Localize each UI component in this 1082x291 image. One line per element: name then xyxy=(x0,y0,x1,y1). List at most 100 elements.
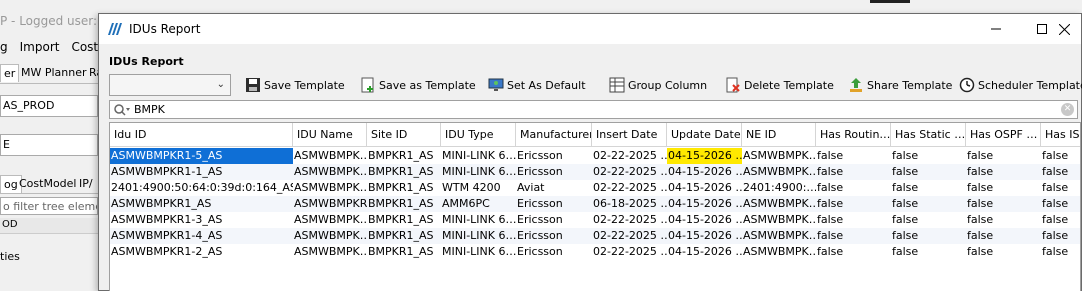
background-field[interactable]: E xyxy=(0,134,98,156)
column-header[interactable]: Has IS xyxy=(1041,123,1080,147)
table-cell[interactable]: ASMWBMPKR1-5_AS xyxy=(110,148,293,164)
table-cell[interactable]: false xyxy=(1041,244,1080,260)
table-cell[interactable]: false xyxy=(1041,164,1080,180)
table-cell[interactable]: ASMWBMPK… xyxy=(293,212,367,228)
table-cell[interactable]: false xyxy=(966,196,1041,212)
table-cell[interactable]: ASMWBMPK… xyxy=(293,244,367,260)
save-template-button[interactable]: Save Template xyxy=(245,75,345,95)
tab-mw-planner[interactable]: MW Planner xyxy=(18,64,90,81)
table-cell[interactable]: 04-15-2026 … xyxy=(667,244,742,260)
table-cell[interactable]: false xyxy=(891,148,966,164)
table-cell[interactable]: BMPKR1_AS xyxy=(367,164,441,180)
table-cell[interactable]: AMM6PC xyxy=(441,196,516,212)
table-row[interactable]: ASMWBMPKR1-4_AS ASMWBMPK… BMPKR1_AS MINI-LI… xyxy=(110,228,1080,244)
table-cell[interactable]: false xyxy=(966,228,1041,244)
table-cell[interactable]: ASMWBMPKR1-3_AS xyxy=(110,212,293,228)
column-header[interactable]: IDU Name xyxy=(293,123,367,147)
table-cell[interactable]: ASMWBMPKR1-1_AS xyxy=(110,164,293,180)
table-cell[interactable]: false xyxy=(891,244,966,260)
table-cell[interactable]: ASMWBMPK… xyxy=(742,148,816,164)
table-cell[interactable]: false xyxy=(1041,212,1080,228)
table-cell[interactable]: Ericsson xyxy=(516,212,592,228)
table-cell[interactable]: 2401:4900:… xyxy=(742,180,816,196)
table-cell[interactable]: ASMWBMPK… xyxy=(742,212,816,228)
column-header[interactable]: Has Routin… xyxy=(816,123,891,147)
table-cell[interactable]: BMPKR1_AS xyxy=(367,228,441,244)
share-template-button[interactable]: Share Template xyxy=(848,75,952,95)
table-cell[interactable]: false xyxy=(1041,180,1080,196)
column-header[interactable]: IDU Type xyxy=(441,123,516,147)
table-cell[interactable]: false xyxy=(891,196,966,212)
table-cell[interactable]: 02-22-2025 … xyxy=(592,244,667,260)
table-cell[interactable]: 04-15-2026 … xyxy=(667,212,742,228)
table-row[interactable]: 2401:4900:50:64:0:39d:0:164_AS ASMWBMPK… B… xyxy=(110,180,1080,196)
clear-search-icon[interactable]: ✕ xyxy=(1061,103,1074,116)
table-cell[interactable]: ASMWBMPKR1 xyxy=(293,196,367,212)
table-cell[interactable]: false xyxy=(816,228,891,244)
table-cell[interactable]: MINI-LINK 6… xyxy=(441,148,516,164)
table-cell[interactable]: false xyxy=(1041,196,1080,212)
table-cell[interactable]: 02-22-2025 … xyxy=(592,212,667,228)
menu-item[interactable]: g xyxy=(0,40,8,56)
table-cell[interactable]: false xyxy=(816,180,891,196)
table-cell[interactable]: ASMWBMPK… xyxy=(293,228,367,244)
table-cell[interactable]: ASMWBMPK… xyxy=(742,196,816,212)
table-cell[interactable]: BMPKR1_AS xyxy=(367,212,441,228)
tab-ip[interactable]: IP/ xyxy=(76,175,96,192)
table-cell[interactable]: 04-15-2026 … xyxy=(667,180,742,196)
table-cell[interactable]: ASMWBMPK… xyxy=(293,164,367,180)
scheduler-template-button[interactable]: Scheduler Template xyxy=(959,75,1082,95)
table-cell[interactable]: ASMWBMPK… xyxy=(742,164,816,180)
table-cell[interactable]: ASMWBMPKR1_AS xyxy=(110,196,293,212)
table-cell[interactable]: Ericsson xyxy=(516,196,592,212)
tree-item[interactable]: ties xyxy=(0,250,20,263)
table-cell[interactable]: ASMWBMPK… xyxy=(293,148,367,164)
table-cell[interactable]: ASMWBMPK… xyxy=(742,228,816,244)
table-cell[interactable]: WTM 4200 xyxy=(441,180,516,196)
table-cell[interactable]: false xyxy=(966,164,1041,180)
column-header[interactable]: Update Date xyxy=(667,123,742,147)
table-cell[interactable]: BMPKR1_AS xyxy=(367,180,441,196)
table-cell[interactable]: false xyxy=(816,148,891,164)
close-button[interactable] xyxy=(1045,14,1082,44)
save-as-template-button[interactable]: Save as Template xyxy=(360,75,476,95)
table-cell[interactable]: Ericsson xyxy=(516,228,592,244)
table-cell[interactable]: MINI-LINK 6… xyxy=(441,164,516,180)
table-cell[interactable]: false xyxy=(966,180,1041,196)
menu-item-import[interactable]: Import xyxy=(20,40,60,56)
table-row[interactable]: ASMWBMPKR1_AS ASMWBMPKR1 BMPKR1_AS AMM6PC Er… xyxy=(110,196,1080,212)
table-cell[interactable]: false xyxy=(1041,148,1080,164)
table-cell[interactable]: 2401:4900:50:64:0:39d:0:164_AS xyxy=(110,180,293,196)
table-cell[interactable]: 02-22-2025 … xyxy=(592,228,667,244)
table-cell[interactable]: 04-15-2026 … xyxy=(667,164,742,180)
table-cell[interactable]: MINI-LINK 6… xyxy=(441,212,516,228)
table-cell[interactable]: MINI-LINK 6… xyxy=(441,244,516,260)
delete-template-button[interactable]: Delete Template xyxy=(725,75,834,95)
table-cell[interactable]: BMPKR1_AS xyxy=(367,244,441,260)
table-cell[interactable]: false xyxy=(966,244,1041,260)
set-as-default-button[interactable]: Set As Default xyxy=(488,75,586,95)
column-header[interactable]: Idu ID xyxy=(110,123,293,147)
table-cell[interactable]: Ericsson xyxy=(516,148,592,164)
table-cell[interactable]: BMPKR1_AS xyxy=(367,196,441,212)
table-cell[interactable]: false xyxy=(1041,228,1080,244)
search-input[interactable]: BMPK ✕ xyxy=(109,100,1078,119)
column-header[interactable]: Has Static … xyxy=(891,123,966,147)
table-row[interactable]: ASMWBMPKR1-1_AS ASMWBMPK… BMPKR1_AS MINI-LI… xyxy=(110,164,1080,180)
table-cell[interactable]: false xyxy=(816,164,891,180)
table-cell[interactable]: MINI-LINK 6… xyxy=(441,228,516,244)
table-cell[interactable]: Aviat xyxy=(516,180,592,196)
column-header[interactable]: Manufacturer xyxy=(516,123,592,147)
menu-item-cost[interactable]: Cost xyxy=(71,40,98,56)
table-cell[interactable]: Ericsson xyxy=(516,164,592,180)
column-header[interactable]: Insert Date xyxy=(592,123,667,147)
table-cell[interactable]: BMPKR1_AS xyxy=(367,148,441,164)
table-cell[interactable]: ASMWBMPKR1-2_AS xyxy=(110,244,293,260)
table-row[interactable]: ASMWBMPKR1-3_AS ASMWBMPK… BMPKR1_AS MINI-LI… xyxy=(110,212,1080,228)
background-project-field[interactable]: AS_PROD xyxy=(0,95,98,117)
table-cell[interactable]: 04-15-2026 … xyxy=(667,196,742,212)
table-cell[interactable]: ASMWBMPK… xyxy=(293,180,367,196)
table-cell[interactable]: 04-15-2026 … xyxy=(667,148,742,164)
tree-filter-input[interactable]: o filter tree elements xyxy=(0,197,98,215)
minimize-button[interactable] xyxy=(973,14,1019,44)
